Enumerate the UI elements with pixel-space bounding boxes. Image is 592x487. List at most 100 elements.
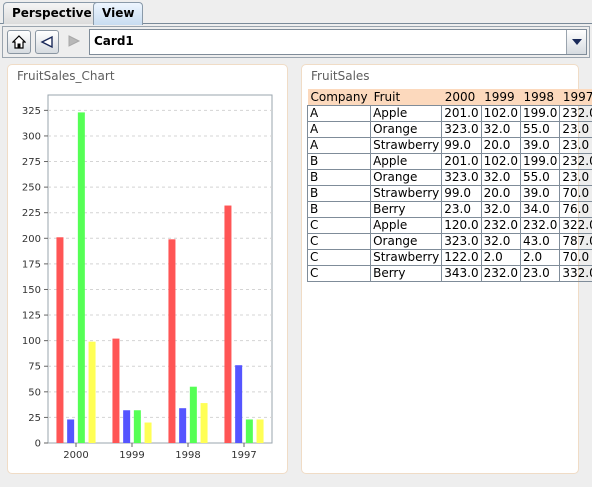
column-header[interactable]: Company (307, 89, 371, 105)
table-cell[interactable]: Apple (370, 152, 443, 170)
table-cell[interactable]: Strawberry (370, 248, 443, 266)
table-cell[interactable]: Orange (370, 232, 443, 250)
table-row[interactable]: AApple201.0102.0199.0232.0 (306, 104, 592, 122)
table-cell[interactable]: Strawberry (370, 136, 443, 154)
table-row[interactable]: COrange323.032.043.0787.0 (306, 232, 592, 250)
bar (189, 386, 197, 443)
table-cell[interactable]: 323.0 (441, 232, 482, 250)
table-cell[interactable]: C (306, 216, 372, 234)
table-cell[interactable]: A (306, 120, 372, 138)
table-cell[interactable]: C (306, 264, 372, 282)
bar (56, 237, 64, 443)
table-cell[interactable]: 20.0 (480, 184, 522, 202)
table-row[interactable]: CBerry343.0232.023.0332.0 (306, 264, 592, 282)
table-cell[interactable]: 232.0 (559, 104, 592, 122)
bar (144, 422, 152, 443)
table-cell[interactable]: 201.0 (441, 152, 482, 170)
table-cell[interactable]: 232.0 (559, 152, 592, 170)
table-cell[interactable]: 2.0 (519, 248, 561, 266)
table-cell[interactable]: 201.0 (441, 104, 482, 122)
table-cell[interactable]: 23.0 (559, 120, 592, 138)
table-row[interactable]: B Strawberry 99.0 20.0 39.0 70.0 (306, 184, 592, 202)
table-cell[interactable]: 70.0 (559, 248, 592, 266)
table-cell[interactable]: 20.0 (480, 136, 522, 154)
table-cell[interactable]: Orange (370, 120, 443, 138)
table-cell[interactable]: B (306, 168, 372, 186)
table-cell[interactable]: 102.0 (480, 104, 522, 122)
table-cell[interactable]: 232.0 (519, 216, 561, 234)
column-header[interactable]: 1997 (559, 89, 592, 105)
table-cell[interactable]: 23.0 (441, 200, 482, 218)
table-cell[interactable]: 323.0 (441, 168, 482, 186)
table-cell[interactable]: 32.0 (480, 168, 522, 186)
table-cell[interactable]: A (306, 136, 372, 154)
chart-panel: FruitSales_Chart 0 25 50 75 100 125 150 175 200 2… (7, 64, 288, 474)
table-row[interactable]: B Orange 323.0 32.0 55.0 23.0 (306, 168, 592, 186)
table-cell[interactable]: 122.0 (441, 248, 482, 266)
table-cell[interactable]: 55.0 (519, 120, 561, 138)
table-cell[interactable]: 2.0 (480, 248, 522, 266)
table-cell[interactable]: 39.0 (519, 184, 561, 202)
table-cell[interactable]: Apple (370, 104, 443, 122)
table-cell[interactable]: 322.0 (559, 216, 592, 234)
table-cell[interactable]: 32.0 (480, 120, 522, 138)
table-cell[interactable]: 99.0 (441, 184, 482, 202)
bar (245, 419, 253, 443)
table-cell[interactable]: B (306, 184, 372, 202)
back-button[interactable] (35, 30, 59, 54)
table-cell[interactable]: B (306, 200, 372, 218)
table-header-row: Company Fruit 2000 1999 1998 1997 (307, 89, 592, 105)
fruit-sales-table: Company Fruit 2000 1999 1998 1997 A Apple 201.0… (306, 89, 592, 282)
table-cell[interactable]: Berry (370, 200, 443, 218)
column-header[interactable]: 1998 (520, 89, 560, 105)
table-row[interactable]: B Berry 23.0 32.0 34.0 76.0 (306, 200, 592, 218)
home-button[interactable] (7, 30, 31, 54)
table-cell[interactable]: 23.0 (559, 136, 592, 154)
table-cell[interactable]: 23.0 (519, 264, 561, 282)
column-header[interactable]: 2000 (441, 89, 482, 105)
table-cell[interactable]: Berry (370, 264, 443, 282)
table-cell[interactable]: 787.0 (559, 232, 592, 250)
table-cell[interactable]: 55.0 (519, 168, 561, 186)
tab-view[interactable]: View (93, 2, 144, 25)
table-row[interactable]: C Strawberry 122.0 2.0 2.0 70.0 (306, 248, 592, 266)
column-header[interactable]: Fruit (370, 89, 442, 105)
table-cell[interactable]: 32.0 (480, 200, 522, 218)
card-select[interactable]: Card1 (89, 29, 587, 55)
table-cell[interactable]: 43.0 (519, 232, 561, 250)
forward-button[interactable] (63, 30, 87, 54)
table-cell[interactable]: 332.0 (559, 264, 592, 282)
table-cell[interactable]: 39.0 (519, 136, 561, 154)
table-cell[interactable]: C (306, 248, 372, 266)
table-cell[interactable]: B (306, 152, 372, 170)
table-cell[interactable]: 232.0 (480, 216, 522, 234)
table-cell[interactable]: 323.0 (441, 120, 482, 138)
card-select-dropdown-button[interactable] (566, 30, 586, 54)
table-cell[interactable]: 199.0 (519, 104, 561, 122)
table-cell[interactable]: 76.0 (559, 200, 592, 218)
tab-perspective[interactable]: Perspective (3, 2, 101, 24)
table-cell[interactable]: 199.0 (519, 152, 561, 170)
table-cell[interactable]: C (306, 232, 372, 250)
table-row[interactable]: A Strawberry 99.0 20.0 39.0 23.0 (306, 136, 592, 154)
table-cell[interactable]: 120.0 (441, 216, 482, 234)
bar (123, 410, 131, 443)
table-row[interactable]: CApple120.0232.0232.0322.0 (306, 216, 592, 234)
back-arrow-icon (40, 35, 53, 49)
table-cell[interactable]: A (306, 104, 372, 122)
table-cell[interactable]: 23.0 (559, 168, 592, 186)
table-cell[interactable]: 343.0 (441, 264, 482, 282)
table-cell[interactable]: 99.0 (441, 136, 482, 154)
table-cell[interactable]: Orange (370, 168, 443, 186)
table-row[interactable]: A Orange 323.0 32.0 55.0 23.0 (306, 120, 592, 138)
table-row[interactable]: BApple201.0102.0199.0232.0 (306, 152, 592, 170)
table-cell[interactable]: 232.0 (480, 264, 522, 282)
table-cell[interactable]: 34.0 (519, 200, 561, 218)
card-select-value: Card1 (94, 34, 134, 48)
column-header[interactable]: 1999 (481, 89, 521, 105)
table-cell[interactable]: Apple (370, 216, 443, 234)
table-cell[interactable]: 32.0 (480, 232, 522, 250)
table-cell[interactable]: 102.0 (480, 152, 522, 170)
table-cell[interactable]: Strawberry (370, 184, 443, 202)
table-cell[interactable]: 70.0 (559, 184, 592, 202)
